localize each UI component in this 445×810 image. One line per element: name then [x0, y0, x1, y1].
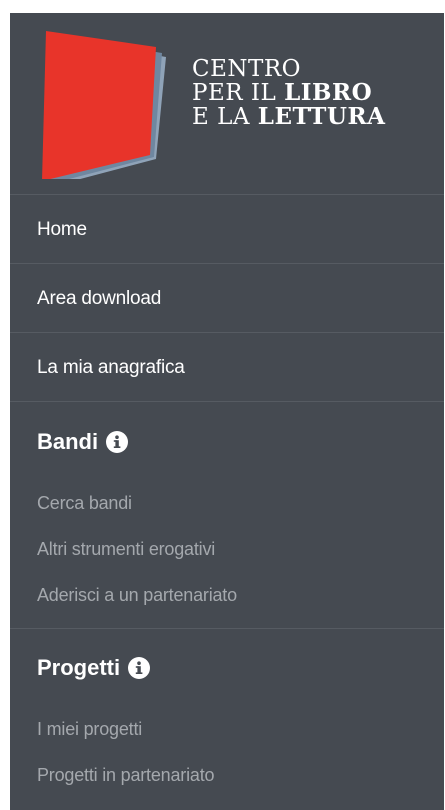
progetti-item-miei-progetti[interactable]: I miei progetti [37, 719, 142, 740]
logo[interactable]: CENTRO PER IL LIBRO E LA LETTURA [10, 13, 444, 195]
nav-item-home[interactable]: Home [10, 195, 444, 264]
logo-line-1: CENTRO [192, 56, 302, 82]
nav-item-home-label: Home [37, 219, 87, 240]
logo-line-2-bold: LIBRO [284, 79, 373, 106]
bandi-info-icon[interactable] [106, 431, 129, 453]
bandi-item-cerca-bandi[interactable]: Cerca bandi [37, 493, 132, 514]
progetti-item-partenariato[interactable]: Progetti in partenariato [37, 765, 215, 786]
bandi-item-aderisci-partenariato[interactable]: Aderisci a un partenariato [37, 585, 237, 606]
logo-line-3-bold: LETTURA [257, 103, 386, 130]
section-bandi-title: Bandi [37, 429, 129, 455]
nav-item-area-download[interactable]: Area download [10, 264, 444, 333]
section-divider [10, 628, 444, 629]
nav-item-anagrafica-label: La mia anagrafica [37, 357, 185, 378]
nav-item-area-download-label: Area download [37, 288, 162, 309]
progetti-info-icon[interactable] [128, 657, 151, 679]
nav-item-anagrafica[interactable]: La mia anagrafica [10, 333, 444, 402]
logo-line-3-light: E LA [192, 104, 258, 130]
sidebar: CENTRO PER IL LIBRO E LA LETTURA Home Ar… [10, 13, 444, 810]
logo-text: CENTRO PER IL LIBRO E LA LETTURA [192, 57, 385, 129]
book-logo-icon [42, 31, 166, 179]
section-progetti-label: Progetti [37, 655, 121, 680]
section-bandi-label: Bandi [37, 429, 99, 454]
bandi-item-altri-strumenti[interactable]: Altri strumenti erogativi [37, 539, 215, 560]
section-progetti-title: Progetti [37, 655, 151, 681]
